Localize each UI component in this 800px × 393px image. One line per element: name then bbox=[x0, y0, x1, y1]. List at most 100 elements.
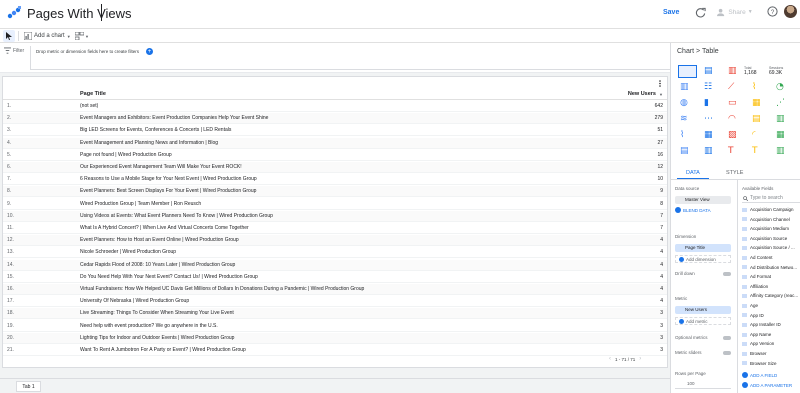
chart-type-thumbnail-icon[interactable]: ◍ bbox=[680, 98, 688, 108]
available-field[interactable]: Ad Content bbox=[742, 255, 773, 260]
chart-type-thumbnail-icon[interactable]: ▤ bbox=[680, 146, 689, 156]
add-metric-button[interactable]: Add metric bbox=[675, 317, 731, 325]
dimension-chip[interactable]: Page Title bbox=[675, 244, 731, 252]
available-field[interactable]: Acquisition Source bbox=[742, 236, 787, 241]
filter-drop-zone[interactable]: Drop metric or dimension fields here to … bbox=[30, 46, 670, 70]
chart-type-thumbnail-icon[interactable]: ▥ bbox=[728, 66, 737, 76]
table-row[interactable]: 3. Big LED Screens for Events, Conference… bbox=[3, 125, 667, 137]
chart-type-thumbnail-icon[interactable]: ▦ bbox=[752, 98, 761, 108]
add-dimension-button[interactable]: Add dimension bbox=[675, 255, 731, 263]
refresh-icon[interactable] bbox=[693, 5, 707, 19]
panel-tab-data[interactable]: DATA bbox=[686, 170, 700, 176]
available-field[interactable]: Acquisition Source / ... bbox=[742, 245, 795, 250]
chart-type-thumbnail-icon[interactable]: ◠ bbox=[728, 114, 736, 124]
chart-type-thumbnail-icon[interactable]: ⋰ bbox=[776, 98, 785, 108]
column-header-new-users[interactable]: New Users bbox=[628, 91, 656, 97]
metric-sliders-toggle[interactable] bbox=[723, 351, 731, 355]
chart-type-thumbnail-icon[interactable]: ▥ bbox=[704, 146, 713, 156]
chart-type-thumbnail-icon[interactable]: ▥ bbox=[680, 82, 689, 92]
table-row[interactable]: 11. What Is A Hybrid Concert? | When Live… bbox=[3, 223, 667, 234]
chart-type-thumbnail-icon[interactable]: ▥ bbox=[776, 146, 785, 156]
table-row[interactable]: 1. (not set) 642 bbox=[3, 101, 667, 112]
available-field[interactable]: Affiliation bbox=[742, 284, 768, 289]
chart-type-thumbnail-icon[interactable]: ⋯ bbox=[704, 114, 713, 124]
data-source-chip[interactable]: Master View bbox=[675, 196, 731, 204]
user-avatar[interactable] bbox=[784, 5, 797, 18]
data-table[interactable]: Page Title New Users ▼ 1. (not set) 642 2. E… bbox=[2, 76, 668, 368]
available-field[interactable]: Acquisition Channel bbox=[742, 217, 790, 222]
field-search-input[interactable]: Type to search bbox=[742, 194, 800, 203]
blend-data-button[interactable]: BLEND DATA bbox=[675, 207, 711, 213]
add-parameter-button[interactable]: ADD A PARAMETER bbox=[742, 382, 792, 388]
sort-desc-icon[interactable]: ▼ bbox=[659, 92, 663, 97]
table-row[interactable]: 6. Our Experienced Event Management Team … bbox=[3, 162, 667, 173]
next-page-icon[interactable]: › bbox=[639, 356, 641, 362]
table-row[interactable]: 19. Need help with event production? We g… bbox=[3, 321, 667, 332]
table-row[interactable]: 8. Event Planners: Best Screen Displays F… bbox=[3, 186, 667, 198]
add-filter-icon[interactable]: + bbox=[146, 48, 153, 55]
chart-type-thumbnail-icon[interactable]: ▤ bbox=[704, 66, 713, 76]
table-row[interactable]: 9. Wired Production Group | Team Member |… bbox=[3, 199, 667, 210]
chart-type-thumbnail-icon[interactable]: ▦ bbox=[776, 130, 785, 140]
table-row[interactable]: 13. Nicole Schroeder | Wired Production G… bbox=[3, 247, 667, 259]
chart-type-thumbnail-icon[interactable]: ☷ bbox=[704, 82, 712, 92]
help-icon[interactable]: ? bbox=[766, 5, 779, 18]
data-studio-logo-icon[interactable] bbox=[7, 6, 21, 20]
chart-type-thumbnail-icon[interactable]: T bbox=[728, 146, 734, 156]
chart-type-thumbnail-icon[interactable]: ▨ bbox=[728, 130, 737, 140]
available-field[interactable]: Affinity Category (reac... bbox=[742, 293, 798, 298]
add-control-button[interactable]: ▼ bbox=[75, 30, 89, 42]
table-row[interactable]: 15. Do You Need Help With Your Next Event… bbox=[3, 272, 667, 283]
select-cursor-icon[interactable] bbox=[3, 30, 15, 42]
available-field[interactable]: App Installer ID bbox=[742, 322, 781, 327]
panel-tab-style[interactable]: STYLE bbox=[726, 170, 743, 176]
chart-type-thumbnail-icon[interactable]: ◜ bbox=[752, 130, 756, 140]
chart-type-thumbnail-icon[interactable]: ▤ bbox=[752, 114, 761, 124]
chart-type-thumbnail-icon[interactable]: ▦ bbox=[704, 130, 713, 140]
metric-chip[interactable]: New Users bbox=[675, 306, 731, 314]
available-field[interactable]: Age bbox=[742, 303, 758, 308]
available-field[interactable]: Ad Format bbox=[742, 274, 771, 279]
available-field[interactable]: Browser Size bbox=[742, 361, 777, 366]
chart-type-thumbnail-icon[interactable]: T bbox=[752, 146, 758, 156]
table-row[interactable]: 18. Live Streaming: Things To Consider Wh… bbox=[3, 308, 667, 320]
available-field[interactable]: App Name bbox=[742, 332, 771, 337]
add-field-button[interactable]: ADD A FIELD bbox=[742, 372, 777, 378]
table-row[interactable]: 17. University Of Nebraska | Wired Produc… bbox=[3, 296, 667, 308]
share-button[interactable]: Share ▼ bbox=[715, 6, 755, 18]
table-row[interactable]: 5. Page not found | Wired Production Grou… bbox=[3, 150, 667, 161]
tab-1[interactable]: Tab 1 bbox=[16, 381, 41, 392]
table-row[interactable]: 7. 6 Reasons to Use a Mobile Stage for Yo… bbox=[3, 174, 667, 186]
table-row[interactable]: 2. Event Managers and Exhibitors: Event P… bbox=[3, 113, 667, 125]
available-field[interactable]: Ad Distribution Netwo... bbox=[742, 265, 797, 270]
column-header-page-title[interactable]: Page Title bbox=[80, 91, 106, 97]
table-row[interactable]: 10. Using Videos at Events: What Event Pl… bbox=[3, 210, 667, 222]
available-field[interactable]: App Version bbox=[742, 341, 774, 346]
filter-control[interactable]: Filter bbox=[4, 47, 24, 54]
table-row[interactable]: 16. Virtual Fundraisers: How We Helped UC… bbox=[3, 284, 667, 295]
rows-per-page-select[interactable]: 100 bbox=[675, 381, 731, 389]
optional-metrics-toggle[interactable] bbox=[723, 336, 731, 340]
table-row[interactable]: 20. Lighting Tips for Indoor and Outdoor … bbox=[3, 332, 667, 344]
more-options-icon[interactable] bbox=[657, 79, 663, 87]
prev-page-icon[interactable]: ‹ bbox=[609, 356, 611, 362]
save-button[interactable]: Save bbox=[663, 9, 679, 16]
available-field[interactable]: App ID bbox=[742, 313, 764, 318]
report-title[interactable]: Pages With Views bbox=[27, 6, 132, 21]
chart-type-thumbnail-icon[interactable]: ▮ bbox=[704, 98, 709, 108]
chart-type-table-selected[interactable] bbox=[678, 65, 697, 78]
table-row[interactable]: 4. Event Management and Planning News and… bbox=[3, 137, 667, 149]
chart-type-thumbnail-icon[interactable]: ⌇ bbox=[680, 130, 684, 140]
available-field[interactable]: Browser bbox=[742, 351, 767, 356]
table-row[interactable]: 12. Event Planners: How to Host an Event … bbox=[3, 235, 667, 247]
add-chart-button[interactable]: Add a chart ▼ bbox=[24, 30, 71, 42]
table-row[interactable]: 14. Cedar Rapids Flood of 2008: 10 Years … bbox=[3, 259, 667, 271]
chart-type-thumbnail-icon[interactable]: ≋ bbox=[680, 114, 688, 124]
table-row[interactable]: 21. Want To Rent A Jumbotron For A Party … bbox=[3, 345, 667, 356]
chart-type-thumbnail-icon[interactable]: ▭ bbox=[728, 98, 737, 108]
chart-type-thumbnail-icon[interactable]: ◔ bbox=[776, 82, 784, 92]
chart-type-thumbnail-icon[interactable]: ⟋ bbox=[728, 82, 734, 92]
chart-type-thumbnail-icon[interactable]: ⌇ bbox=[752, 82, 756, 92]
drill-down-toggle[interactable] bbox=[723, 272, 731, 276]
chart-type-thumbnail-icon[interactable]: ▥ bbox=[776, 114, 785, 124]
